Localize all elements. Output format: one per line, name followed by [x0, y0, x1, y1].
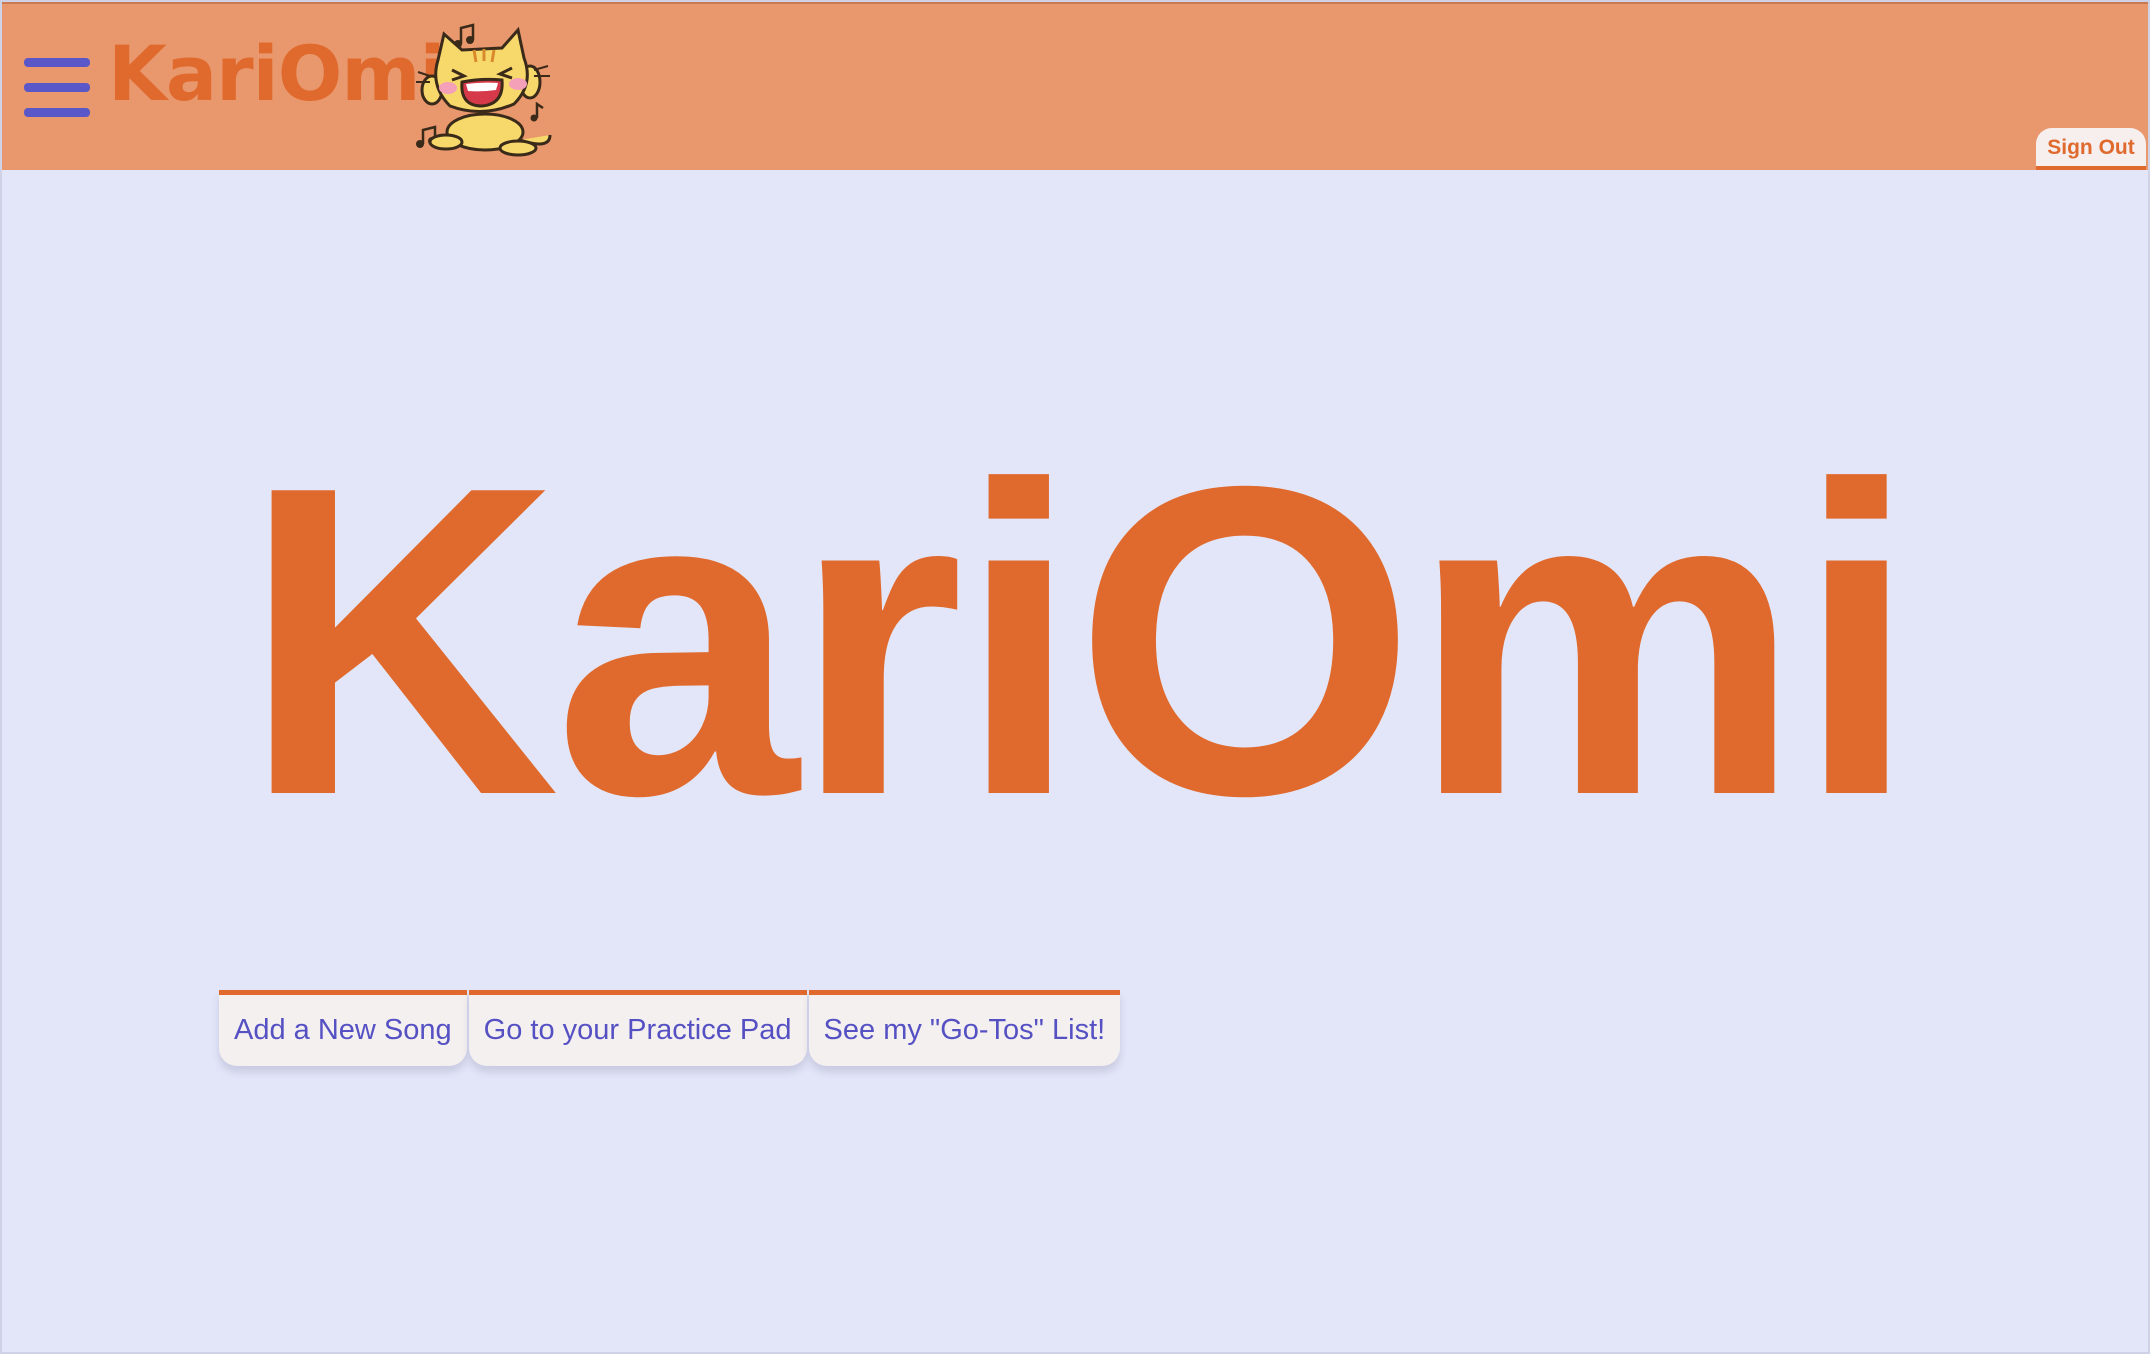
go-tos-list-button[interactable]: See my "Go-Tos" List!	[808, 990, 1121, 1066]
hero-title: KariOmi	[242, 396, 1918, 887]
hamburger-menu-icon[interactable]	[24, 58, 90, 118]
menu-bar	[24, 58, 90, 67]
app-window: KariOmi Sign Out KariOmi Add a New Song …	[0, 0, 2150, 1354]
brand-logo[interactable]: KariOmi	[108, 10, 558, 160]
top-header: KariOmi Sign Out	[2, 2, 2148, 170]
practice-pad-button[interactable]: Go to your Practice Pad	[468, 990, 807, 1066]
logo-wordmark: KariOmi	[108, 29, 446, 118]
singing-cat-mascot-icon	[416, 23, 552, 157]
menu-bar	[24, 108, 90, 117]
action-button-group: Add a New Song Go to your Practice Pad S…	[219, 990, 1121, 1066]
sign-out-button[interactable]: Sign Out	[2036, 128, 2146, 170]
add-new-song-button[interactable]: Add a New Song	[219, 990, 467, 1066]
menu-bar	[24, 83, 90, 92]
